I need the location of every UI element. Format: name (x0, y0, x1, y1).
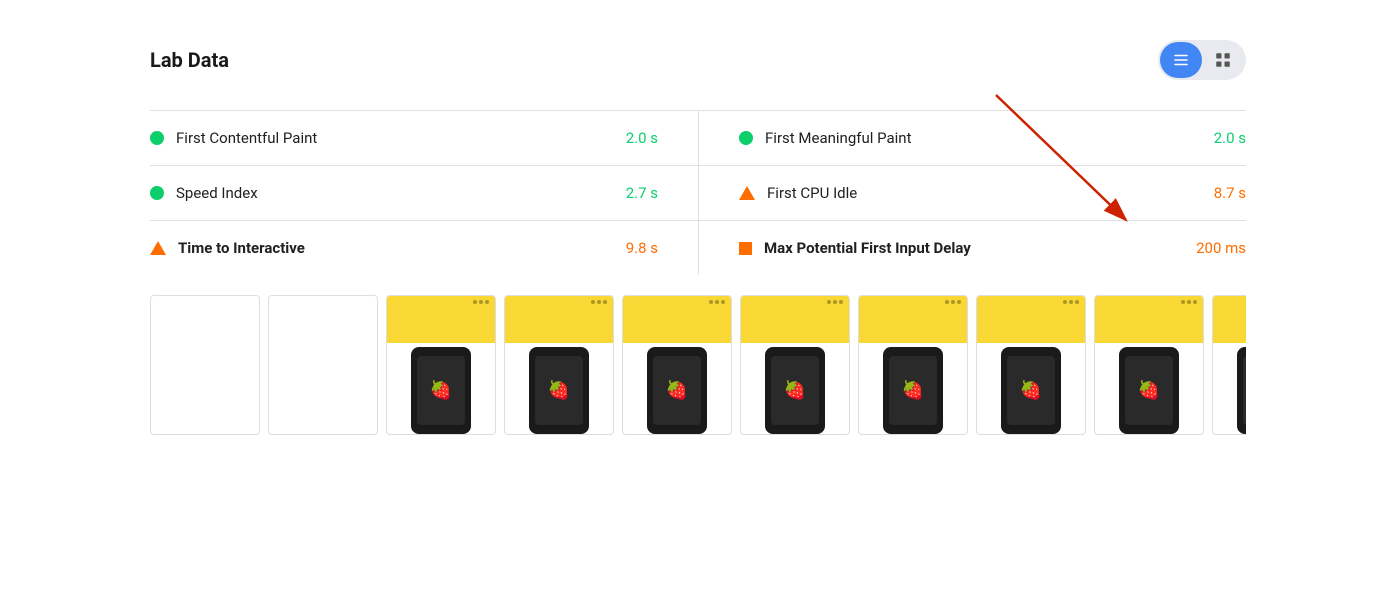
film-frame: 🍓 1.5 s (622, 295, 732, 435)
metric-value: 2.7 s (598, 184, 658, 202)
film-frame: 🍓 4.0 s (1212, 295, 1246, 435)
film-frame-inner (151, 296, 259, 434)
metrics-grid: First Contentful Paint 2.0 s Speed Index… (150, 110, 1246, 275)
view-toggle (1158, 40, 1246, 80)
grid-view-button[interactable] (1202, 42, 1244, 78)
metric-label: Time to Interactive (178, 239, 586, 257)
metric-row: Speed Index 2.7 s (150, 166, 698, 221)
metric-label: Speed Index (176, 184, 586, 202)
phone-mockup: 🍓 (623, 296, 731, 434)
metrics-section: First Contentful Paint 2.0 s Speed Index… (150, 110, 1246, 275)
film-timestamp: 0.5 s (387, 434, 495, 435)
metric-label: First CPU Idle (767, 184, 1174, 202)
list-icon (1172, 51, 1190, 69)
film-frame: 🍓 3.0 s (976, 295, 1086, 435)
film-timestamp: 3.5 s (1095, 434, 1203, 435)
film-frame: 🍓 2.0 s (740, 295, 850, 435)
orange-square-icon (739, 242, 752, 255)
list-view-button[interactable] (1160, 42, 1202, 78)
film-frame: 🍓 2.5 s (858, 295, 968, 435)
phone-mockup: 🍓 (1095, 296, 1203, 434)
metric-label: Max Potential First Input Delay (764, 239, 1174, 257)
filmstrip: 🍓 0.5 s 🍓 (150, 295, 1246, 435)
strawberry-emoji: 🍓 (784, 380, 806, 401)
strawberry-emoji: 🍓 (666, 380, 688, 401)
metric-value: 2.0 s (598, 129, 658, 147)
film-timestamp: 4.0 s (1213, 434, 1246, 435)
film-frame (268, 295, 378, 435)
left-metrics-column: First Contentful Paint 2.0 s Speed Index… (150, 111, 698, 275)
metric-value: 200 ms (1186, 239, 1246, 257)
orange-triangle-icon (150, 241, 166, 255)
strawberry-emoji: 🍓 (1138, 380, 1160, 401)
green-circle-icon (150, 131, 164, 145)
metric-value: 8.7 s (1186, 184, 1246, 202)
metric-value: 2.0 s (1186, 129, 1246, 147)
green-circle-icon (150, 186, 164, 200)
film-frame: 🍓 0.5 s (386, 295, 496, 435)
film-frame-inner (269, 296, 377, 434)
metric-row: Max Potential First Input Delay 200 ms (698, 221, 1246, 275)
metric-row: First Meaningful Paint 2.0 s (698, 111, 1246, 166)
strawberry-emoji: 🍓 (430, 380, 452, 401)
film-timestamp: 3.0 s (977, 434, 1085, 435)
phone-mockup: 🍓 (859, 296, 967, 434)
metric-row: First CPU Idle 8.7 s (698, 166, 1246, 221)
film-timestamp: 1.0 s (505, 434, 613, 435)
film-frame: 🍓 3.5 s (1094, 295, 1204, 435)
section-title: Lab Data (150, 48, 229, 72)
film-timestamp: 1.5 s (623, 434, 731, 435)
film-timestamp: 2.0 s (741, 434, 849, 435)
metric-value: 9.8 s (598, 239, 658, 257)
phone-mockup: 🍓 (741, 296, 849, 434)
film-frame (150, 295, 260, 435)
phone-mockup: 🍓 (977, 296, 1085, 434)
film-frame: 🍓 1.0 s (504, 295, 614, 435)
phone-mockup: 🍓 (387, 296, 495, 434)
strawberry-emoji: 🍓 (548, 380, 570, 401)
metric-row: Time to Interactive 9.8 s (150, 221, 698, 275)
phone-mockup: 🍓 (1213, 296, 1246, 434)
phone-mockup: 🍓 (505, 296, 613, 434)
grid-icon (1214, 51, 1232, 69)
orange-triangle-icon (739, 186, 755, 200)
film-timestamp: 2.5 s (859, 434, 967, 435)
metric-label: First Meaningful Paint (765, 129, 1174, 147)
strawberry-emoji: 🍓 (1020, 380, 1042, 401)
metric-row: First Contentful Paint 2.0 s (150, 111, 698, 166)
green-circle-icon (739, 131, 753, 145)
metric-label: First Contentful Paint (176, 129, 586, 147)
strawberry-emoji: 🍓 (902, 380, 924, 401)
right-metrics-column: First Meaningful Paint 2.0 s First CPU I… (698, 111, 1246, 275)
